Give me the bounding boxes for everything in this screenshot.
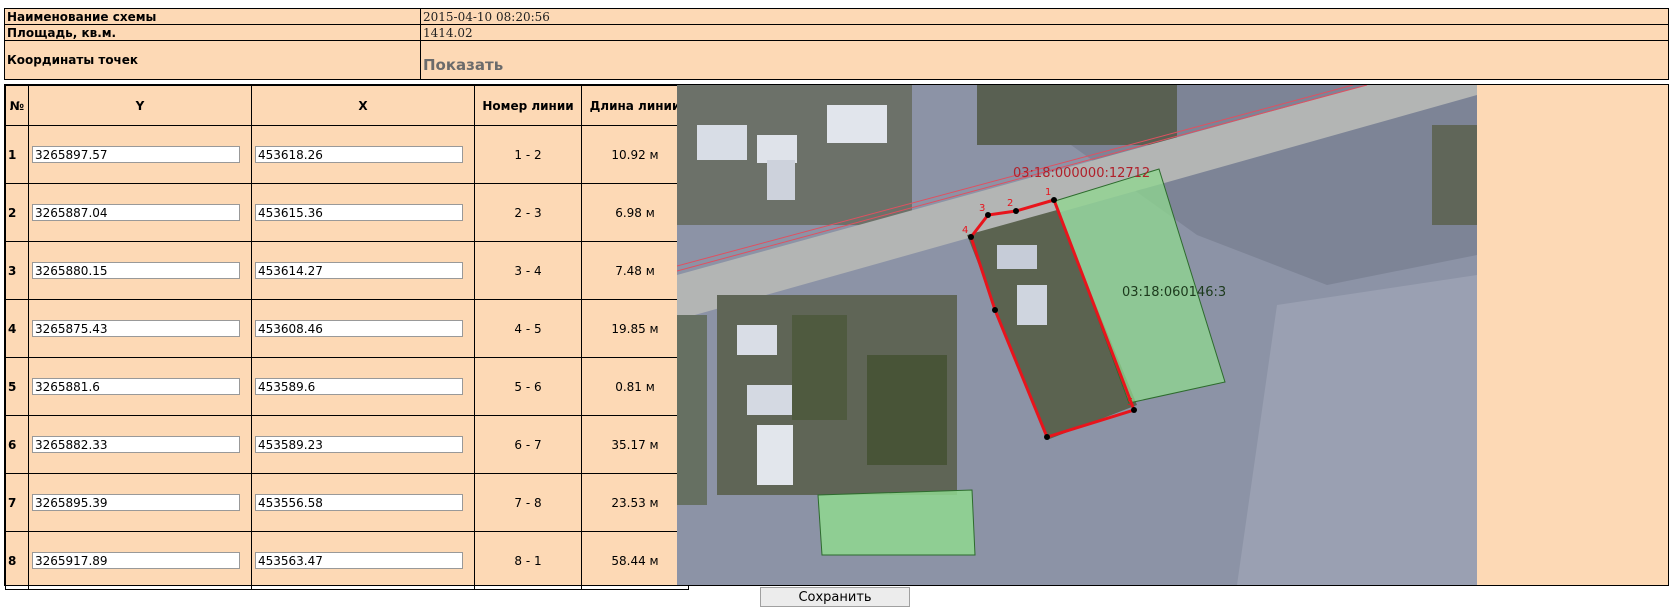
satellite-map[interactable]: 1 2 3 4 5 03:18:000000:12712 03:18:06014… bbox=[677, 85, 1477, 585]
line-length: 7.48 м bbox=[581, 241, 689, 300]
point-number: 2 bbox=[5, 183, 29, 242]
y-coordinate-input[interactable] bbox=[32, 146, 240, 163]
table-row: 1 1 - 2 10.92 м bbox=[5, 125, 689, 184]
point-number: 5 bbox=[5, 357, 29, 416]
scheme-name-label: Наименование схемы bbox=[4, 8, 421, 25]
line-number: 3 - 4 bbox=[474, 241, 582, 300]
table-row: 4 4 - 5 19.85 м bbox=[5, 299, 689, 358]
col-line-header: Номер линии bbox=[474, 85, 582, 126]
roof bbox=[827, 105, 887, 143]
col-number-header: № bbox=[5, 85, 29, 126]
y-coordinate-input[interactable] bbox=[32, 436, 240, 453]
coordinates-panel: № Y X Номер линии Длина линии 1 1 - 2 10… bbox=[4, 84, 1669, 590]
x-coordinate-input[interactable] bbox=[255, 378, 463, 395]
parcel-cadastral-label: 03:18:060146:3 bbox=[1122, 285, 1226, 300]
vertex-marker bbox=[1044, 434, 1050, 440]
table-row: 8 8 - 1 58.44 м bbox=[5, 531, 689, 590]
vertex-label: 1 bbox=[1045, 187, 1051, 198]
coords-label: Координаты точек bbox=[4, 40, 421, 80]
line-number: 4 - 5 bbox=[474, 299, 582, 358]
scheme-info-table: Наименование схемы 2015-04-10 08:20:56 П… bbox=[4, 8, 1669, 80]
show-coordinates-link[interactable]: Показать bbox=[423, 56, 503, 74]
roof bbox=[997, 245, 1037, 269]
roof bbox=[697, 125, 747, 160]
y-coordinate-input[interactable] bbox=[32, 378, 240, 395]
x-coordinate-input[interactable] bbox=[255, 146, 463, 163]
vertex-label: 4 bbox=[962, 225, 968, 236]
vegetable-garden bbox=[792, 315, 847, 420]
y-coordinate-input[interactable] bbox=[32, 320, 240, 337]
table-row: 6 6 - 7 35.17 м bbox=[5, 415, 689, 474]
line-length: 0.81 м bbox=[581, 357, 689, 416]
vertex-marker bbox=[1013, 208, 1019, 214]
point-number: 1 bbox=[5, 125, 29, 184]
point-number: 4 bbox=[5, 299, 29, 358]
col-y-header: Y bbox=[28, 85, 252, 126]
point-number: 6 bbox=[5, 415, 29, 474]
vertex-label: 2 bbox=[1007, 198, 1013, 209]
vertex-label: 5 bbox=[1127, 397, 1133, 408]
roof bbox=[757, 425, 793, 485]
point-number: 3 bbox=[5, 241, 29, 300]
vertex-marker bbox=[1051, 197, 1057, 203]
neighbor-parcel bbox=[817, 489, 976, 556]
line-number: 5 - 6 bbox=[474, 357, 582, 416]
vertex-marker bbox=[992, 307, 998, 313]
x-coordinate-input[interactable] bbox=[255, 262, 463, 279]
y-coordinate-input[interactable] bbox=[32, 494, 240, 511]
area-value: 1414.02 bbox=[420, 24, 1669, 41]
house-block bbox=[1432, 125, 1477, 225]
line-length: 6.98 м bbox=[581, 183, 689, 242]
line-length: 10.92 м bbox=[581, 125, 689, 184]
line-length: 58.44 м bbox=[581, 531, 689, 590]
line-number: 7 - 8 bbox=[474, 473, 582, 532]
vertex-label: 3 bbox=[979, 203, 985, 214]
table-row: 5 5 - 6 0.81 м bbox=[5, 357, 689, 416]
scheme-name-value: 2015-04-10 08:20:56 bbox=[420, 8, 1669, 25]
table-row: 3 3 - 4 7.48 м bbox=[5, 241, 689, 300]
line-number: 8 - 1 bbox=[474, 531, 582, 590]
line-length: 19.85 м bbox=[581, 299, 689, 358]
col-length-header: Длина линии bbox=[581, 85, 689, 126]
line-number: 2 - 3 bbox=[474, 183, 582, 242]
garden-block bbox=[677, 315, 707, 505]
vertex-marker bbox=[985, 212, 991, 218]
map-canvas[interactable]: 1 2 3 4 5 03:18:000000:12712 03:18:06014… bbox=[677, 85, 1477, 585]
point-number: 7 bbox=[5, 473, 29, 532]
road-cadastral-label: 03:18:000000:12712 bbox=[1013, 166, 1150, 181]
y-coordinate-input[interactable] bbox=[32, 262, 240, 279]
field-block bbox=[977, 85, 1177, 145]
save-button[interactable]: Сохранить bbox=[760, 587, 910, 607]
x-coordinate-input[interactable] bbox=[255, 204, 463, 221]
line-length: 35.17 м bbox=[581, 415, 689, 474]
col-x-header: X bbox=[251, 85, 475, 126]
point-number: 8 bbox=[5, 531, 29, 590]
y-coordinate-input[interactable] bbox=[32, 204, 240, 221]
roof bbox=[1017, 285, 1047, 325]
x-coordinate-input[interactable] bbox=[255, 436, 463, 453]
line-length: 23.53 м bbox=[581, 473, 689, 532]
coordinates-table: № Y X Номер линии Длина линии 1 1 - 2 10… bbox=[5, 85, 689, 590]
roof bbox=[747, 385, 792, 415]
vegetable-garden bbox=[867, 355, 947, 465]
line-number: 1 - 2 bbox=[474, 125, 582, 184]
line-number: 6 - 7 bbox=[474, 415, 582, 474]
x-coordinate-input[interactable] bbox=[255, 494, 463, 511]
x-coordinate-input[interactable] bbox=[255, 552, 463, 569]
table-row: 7 7 - 8 23.53 м bbox=[5, 473, 689, 532]
roof bbox=[737, 325, 777, 355]
roof bbox=[757, 135, 797, 163]
roof bbox=[767, 160, 795, 200]
x-coordinate-input[interactable] bbox=[255, 320, 463, 337]
table-row: 2 2 - 3 6.98 м bbox=[5, 183, 689, 242]
vertex-marker bbox=[968, 234, 974, 240]
area-label: Площадь, кв.м. bbox=[4, 24, 421, 41]
y-coordinate-input[interactable] bbox=[32, 552, 240, 569]
